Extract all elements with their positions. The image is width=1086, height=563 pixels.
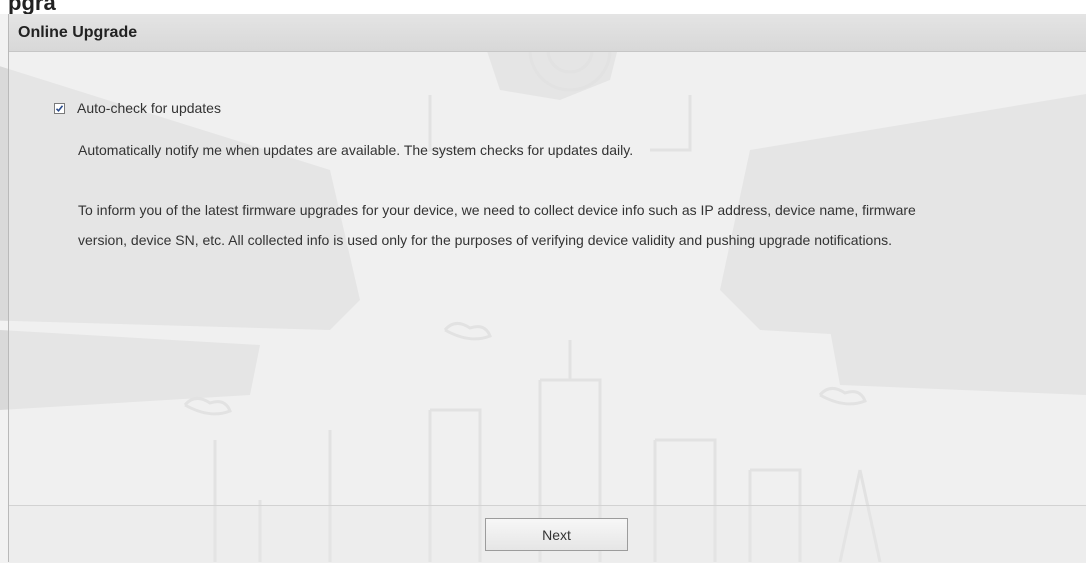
auto-check-label: Auto-check for updates bbox=[77, 100, 221, 116]
privacy-notice-line-1: To inform you of the latest firmware upg… bbox=[78, 202, 916, 218]
panel-title: Online Upgrade bbox=[9, 14, 1086, 52]
checkmark-icon bbox=[55, 104, 64, 112]
auto-check-row[interactable]: Auto-check for updates bbox=[54, 100, 221, 116]
privacy-notice-line-2: version, device SN, etc. All collected i… bbox=[78, 232, 893, 248]
online-upgrade-panel: Online Upgrade Auto-check for updates Au… bbox=[8, 14, 1086, 563]
panel-footer: Next bbox=[9, 505, 1086, 563]
next-button[interactable]: Next bbox=[485, 518, 628, 551]
top-strip: pgra bbox=[0, 0, 1086, 15]
auto-check-checkbox[interactable] bbox=[54, 102, 65, 114]
auto-notify-description: Automatically notify me when updates are… bbox=[78, 142, 634, 158]
